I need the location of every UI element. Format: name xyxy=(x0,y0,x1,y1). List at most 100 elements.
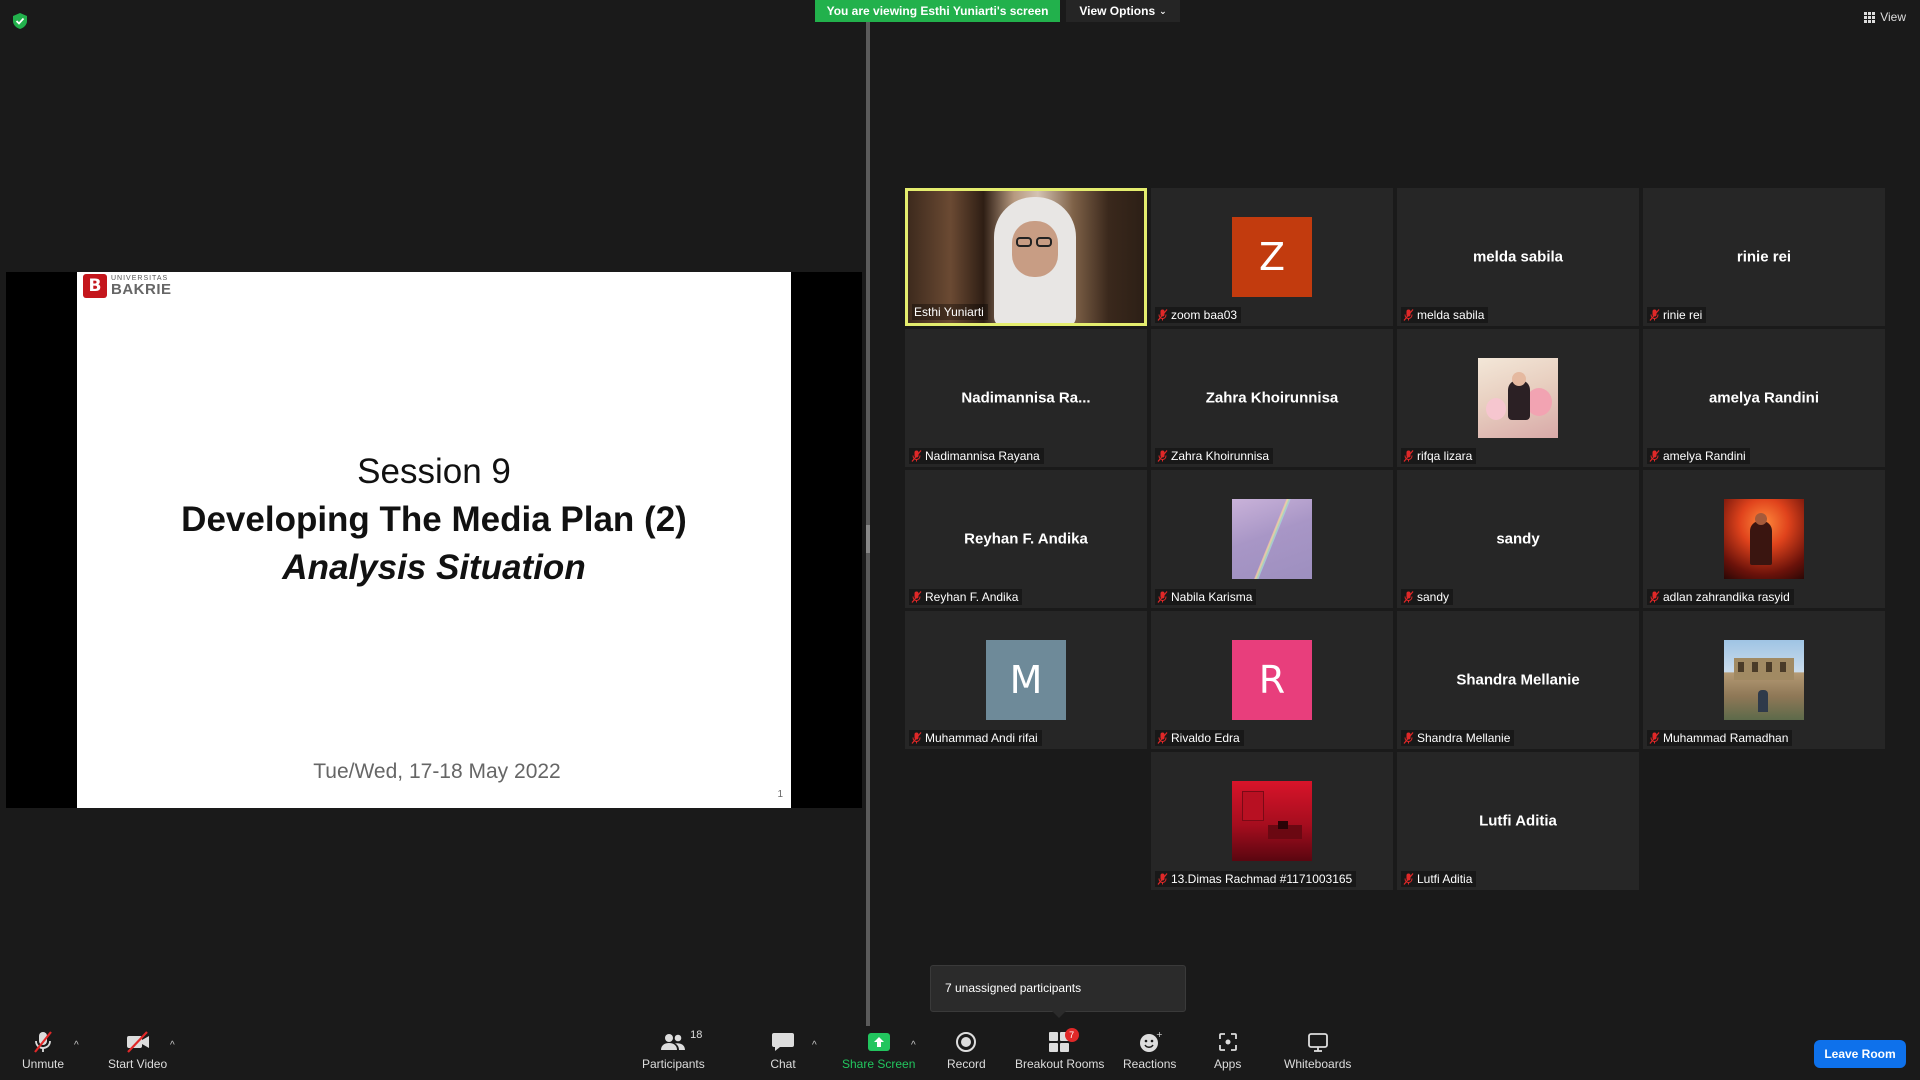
reactions-button[interactable]: + Reactions xyxy=(1123,1030,1176,1071)
participant-tile[interactable]: sandy sandy xyxy=(1397,470,1639,608)
participant-name: Nadimannisa Rayana xyxy=(925,449,1040,463)
participant-tile[interactable]: Nabila Karisma xyxy=(1151,470,1393,608)
share-screen-button[interactable]: Share Screen xyxy=(842,1030,915,1071)
start-video-button[interactable]: Start Video xyxy=(108,1030,167,1071)
tooltip-arrow xyxy=(1052,1011,1066,1018)
participant-tile[interactable]: Esthi Yuniarti xyxy=(905,188,1147,326)
participant-tile[interactable]: Shandra Mellanie Shandra Mellanie xyxy=(1397,611,1639,749)
participant-name-label: Lutfi Aditia xyxy=(1401,871,1477,887)
mic-muted-icon xyxy=(1157,873,1168,885)
participant-name-label: rinie rei xyxy=(1647,307,1707,323)
apps-icon xyxy=(1218,1033,1237,1051)
svg-text:+: + xyxy=(1156,1031,1162,1039)
record-button[interactable]: Record xyxy=(947,1030,986,1071)
mic-muted-icon xyxy=(1157,591,1168,603)
view-options-label: View Options xyxy=(1079,4,1156,18)
mic-muted-icon xyxy=(911,732,922,744)
whiteboards-button[interactable]: Whiteboards xyxy=(1284,1030,1351,1071)
participant-name: Muhammad Ramadhan xyxy=(1663,731,1789,745)
unmute-button[interactable]: Unmute xyxy=(22,1030,64,1071)
participant-display-name: Reyhan F. Andika xyxy=(964,530,1088,548)
university-logo: B UNIVERSITAS BAKRIE xyxy=(83,274,172,298)
chat-button[interactable]: Chat xyxy=(770,1030,796,1071)
participant-name-label: Zahra Khoirunnisa xyxy=(1155,448,1274,464)
participant-tile[interactable]: Lutfi Aditia Lutfi Aditia xyxy=(1397,752,1639,890)
participant-tile[interactable]: Nadimannisa Ra... Nadimannisa Rayana xyxy=(905,329,1147,467)
participant-tile[interactable]: R Rivaldo Edra xyxy=(1151,611,1393,749)
participant-name: Nabila Karisma xyxy=(1171,590,1253,604)
chevron-down-icon: ⌄ xyxy=(1159,5,1167,16)
leave-room-button[interactable]: Leave Room xyxy=(1814,1040,1906,1068)
view-layout-button[interactable]: View xyxy=(1864,10,1906,24)
participant-tile[interactable]: melda sabila melda sabila xyxy=(1397,188,1639,326)
participant-name-label: amelya Randini xyxy=(1647,448,1750,464)
participant-display-name: amelya Randini xyxy=(1708,389,1820,407)
participant-name: amelya Randini xyxy=(1663,449,1746,463)
participant-display-name: Lutfi Aditia xyxy=(1479,812,1557,830)
record-label: Record xyxy=(947,1057,986,1071)
logo-big-text: BAKRIE xyxy=(111,281,172,298)
slide-subtitle-italic: Analysis Situation xyxy=(282,548,586,587)
participant-name: Reyhan F. Andika xyxy=(925,590,1019,604)
audio-options-caret[interactable]: ^ xyxy=(74,1040,79,1051)
participants-label: Participants xyxy=(642,1057,705,1071)
mic-muted-icon xyxy=(1403,450,1414,462)
security-shield-icon[interactable] xyxy=(12,12,28,30)
meeting-toolbar: Unmute ^ Start Video ^ 18 Participants C… xyxy=(0,1026,1920,1080)
participant-name: zoom baa03 xyxy=(1171,308,1238,322)
participant-tile[interactable]: amelya Randini amelya Randini xyxy=(1643,329,1885,467)
participants-icon xyxy=(661,1034,686,1050)
divider-handle[interactable] xyxy=(866,525,870,553)
chat-icon xyxy=(772,1033,794,1051)
participant-name-label: Shandra Mellanie xyxy=(1401,730,1515,746)
presentation-slide: B UNIVERSITAS BAKRIE Session 9 Developin… xyxy=(77,272,791,808)
participant-name-label: 13.Dimas Rachmad #1171003165 xyxy=(1155,871,1357,887)
participants-button[interactable]: 18 Participants xyxy=(642,1029,705,1071)
participant-name: Zahra Khoirunnisa xyxy=(1171,449,1270,463)
reactions-label: Reactions xyxy=(1123,1057,1177,1071)
video-options-caret[interactable]: ^ xyxy=(170,1040,175,1051)
breakout-badge: 7 xyxy=(1064,1028,1079,1042)
participant-name-label: melda sabila xyxy=(1401,307,1489,323)
apps-label: Apps xyxy=(1214,1057,1242,1071)
leave-room-label: Leave Room xyxy=(1824,1047,1896,1061)
mic-muted-icon xyxy=(911,591,922,603)
share-screen-label: Share Screen xyxy=(842,1057,916,1071)
participant-tile[interactable]: M Muhammad Andi rifai xyxy=(905,611,1147,749)
participant-name: Shandra Mellanie xyxy=(1417,731,1511,745)
breakout-rooms-label: Breakout Rooms xyxy=(1015,1057,1105,1071)
participant-tile[interactable]: rifqa lizara xyxy=(1397,329,1639,467)
participant-name-label: Esthi Yuniarti xyxy=(912,304,988,320)
unassigned-participants-tooltip: 7 unassigned participants xyxy=(930,965,1186,1012)
microphone-muted-icon xyxy=(34,1031,52,1053)
apps-button[interactable]: Apps xyxy=(1214,1030,1241,1071)
reactions-icon: + xyxy=(1139,1031,1162,1052)
mic-muted-icon xyxy=(1403,732,1414,744)
participant-tile[interactable]: adlan zahrandika rasyid xyxy=(1643,470,1885,608)
participant-tile[interactable]: Muhammad Ramadhan xyxy=(1643,611,1885,749)
mic-muted-icon xyxy=(1649,309,1660,321)
participant-tile[interactable]: Zahra Khoirunnisa Zahra Khoirunnisa xyxy=(1151,329,1393,467)
participant-name-label: Reyhan F. Andika xyxy=(909,589,1023,605)
participant-tile[interactable]: rinie rei rinie rei xyxy=(1643,188,1885,326)
participant-name: melda sabila xyxy=(1417,308,1485,322)
mic-muted-icon xyxy=(1157,309,1168,321)
avatar-photo xyxy=(1232,781,1312,861)
participant-name-label: sandy xyxy=(1401,589,1454,605)
grid-icon xyxy=(1864,11,1876,23)
participants-count: 18 xyxy=(690,1029,703,1041)
participant-tile[interactable]: Reyhan F. Andika Reyhan F. Andika xyxy=(905,470,1147,608)
breakout-rooms-button[interactable]: 7 Breakout Rooms xyxy=(1015,1028,1105,1071)
split-divider[interactable] xyxy=(866,22,870,1026)
view-options-button[interactable]: View Options ⌄ xyxy=(1066,0,1180,22)
participant-tile[interactable]: 13.Dimas Rachmad #1171003165 xyxy=(1151,752,1393,890)
participant-name: Muhammad Andi rifai xyxy=(925,731,1038,745)
mic-muted-icon xyxy=(1649,732,1660,744)
mic-muted-icon xyxy=(1403,591,1414,603)
share-options-caret[interactable]: ^ xyxy=(911,1040,916,1051)
participant-tile[interactable]: Zzoom baa03 xyxy=(1151,188,1393,326)
chat-options-caret[interactable]: ^ xyxy=(812,1040,817,1051)
avatar-initial: M xyxy=(986,640,1066,720)
participant-name: sandy xyxy=(1417,590,1450,604)
shared-screen: B UNIVERSITAS BAKRIE Session 9 Developin… xyxy=(6,272,862,808)
